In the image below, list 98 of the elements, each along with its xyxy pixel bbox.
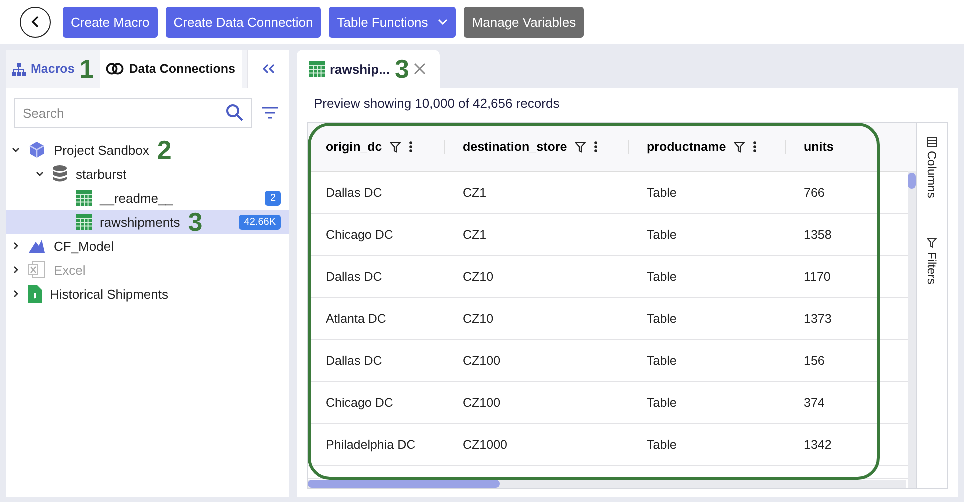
table-cell: Philadelphia DC bbox=[326, 438, 416, 452]
item-label: Excel bbox=[54, 262, 86, 278]
header-label: productname bbox=[647, 140, 726, 154]
table-cell: Table bbox=[647, 228, 677, 242]
header-label: units bbox=[804, 140, 834, 154]
table-cell: CZ1000 bbox=[463, 438, 508, 452]
callout-number: 3 bbox=[188, 211, 203, 233]
callout-number: 1 bbox=[80, 58, 94, 80]
caret-icon bbox=[12, 242, 20, 250]
callout-number: 3 bbox=[394, 58, 410, 80]
filter-icon bbox=[927, 238, 937, 248]
tab-label: Macros bbox=[31, 62, 75, 76]
side-bar-tab[interactable]: Filters bbox=[925, 238, 939, 286]
column-header[interactable]: units bbox=[804, 123, 904, 171]
filter-icon[interactable] bbox=[390, 142, 402, 152]
side-bar-tab[interactable]: Columns bbox=[925, 137, 939, 198]
search-icon bbox=[226, 104, 244, 122]
table-cell: 1342 bbox=[804, 438, 832, 452]
tree-item[interactable]: CF_Model bbox=[6, 234, 289, 258]
model-icon bbox=[28, 238, 46, 254]
tree-item[interactable]: Project Sandbox 2 bbox=[6, 138, 289, 162]
table-cell: Dallas DC bbox=[326, 354, 382, 368]
caret-icon bbox=[12, 290, 20, 298]
table-cell: 156 bbox=[804, 354, 825, 368]
cube-icon bbox=[28, 141, 46, 159]
database-icon bbox=[52, 165, 68, 183]
item-label: Historical Shipments bbox=[50, 286, 168, 302]
caret-icon bbox=[12, 146, 20, 154]
table-cell: 1170 bbox=[804, 270, 831, 284]
header-label: origin_dc bbox=[326, 140, 382, 154]
column-header[interactable]: productname bbox=[647, 123, 804, 171]
filter-icon[interactable] bbox=[575, 142, 586, 152]
back-button[interactable] bbox=[20, 6, 51, 38]
table-cell: CZ10 bbox=[463, 270, 494, 284]
column-header[interactable]: origin_dc bbox=[326, 123, 463, 171]
item-label: starburst bbox=[76, 166, 127, 182]
table-cell: Table bbox=[647, 270, 677, 284]
table-cell: 766 bbox=[804, 186, 825, 200]
more-icon[interactable] bbox=[753, 141, 758, 153]
table-cell: 374 bbox=[804, 396, 825, 410]
document-icon bbox=[28, 285, 42, 303]
collapse-button[interactable] bbox=[247, 50, 289, 88]
item-label: __readme__ bbox=[100, 190, 173, 206]
more-icon[interactable] bbox=[409, 141, 414, 153]
preview-text: Preview showing 10,000 of 42,656 records bbox=[313, 96, 561, 113]
table-cell: CZ10 bbox=[463, 312, 494, 326]
item-label: rawshipments bbox=[100, 214, 180, 230]
table-icon bbox=[76, 190, 92, 206]
column-header[interactable]: destination_store bbox=[463, 123, 647, 171]
tab-label: Data Connections bbox=[129, 62, 236, 76]
table-cell: CZ100 bbox=[463, 396, 501, 410]
table-cell: Chicago DC bbox=[326, 228, 394, 242]
table-cell: Table bbox=[647, 186, 677, 200]
hierarchy-icon bbox=[12, 62, 26, 76]
tree-item[interactable]: rawshipments 3 42.66K bbox=[6, 210, 289, 234]
toolbar-button[interactable]: Manage Variables bbox=[464, 6, 584, 38]
count-badge: 42.66K bbox=[239, 214, 281, 230]
table-cell: CZ100 bbox=[463, 354, 501, 368]
toolbar-button[interactable]: Create Data Connection bbox=[166, 6, 322, 38]
tree-item[interactable]: __readme__ 2 bbox=[6, 186, 289, 210]
table-cell: Chicago DC bbox=[326, 396, 394, 410]
tab-label: rawship... bbox=[330, 62, 390, 76]
chevron-icon bbox=[438, 19, 448, 25]
spreadsheet-icon bbox=[28, 261, 46, 279]
vertical-scrollbar[interactable] bbox=[908, 171, 916, 488]
callout-number: 2 bbox=[157, 139, 172, 161]
tree-item[interactable]: Historical Shipments bbox=[6, 282, 289, 306]
table-cell: Atlanta DC bbox=[326, 312, 386, 326]
table-cell: Dallas DC bbox=[326, 270, 382, 284]
search-field[interactable]: Search bbox=[14, 98, 252, 128]
item-label: CF_Model bbox=[54, 238, 114, 254]
header-label: destination_store bbox=[463, 140, 568, 154]
table-icon bbox=[309, 61, 325, 77]
double-chevron-icon bbox=[262, 64, 274, 74]
more-icon[interactable] bbox=[594, 141, 598, 153]
count-badge: 2 bbox=[265, 190, 281, 206]
table-cell: Table bbox=[647, 438, 677, 452]
table-cell: Table bbox=[647, 354, 677, 368]
caret-icon bbox=[12, 266, 20, 274]
toolbar-button[interactable]: Create Macro bbox=[63, 6, 158, 38]
table-cell: 1373 bbox=[804, 312, 832, 326]
link-rings-icon bbox=[106, 63, 124, 75]
filter-icon[interactable] bbox=[734, 142, 746, 152]
item-label: Project Sandbox bbox=[54, 142, 150, 158]
table-cell: CZ1 bbox=[463, 186, 487, 200]
sidebar-tab[interactable]: Data Connections bbox=[100, 50, 242, 88]
close-icon[interactable] bbox=[414, 63, 426, 75]
table-cell: Dallas DC bbox=[326, 186, 382, 200]
caret-icon bbox=[36, 170, 44, 178]
horizontal-scrollbar[interactable] bbox=[308, 480, 906, 488]
dropdown-button[interactable]: Table Functions bbox=[329, 6, 456, 38]
tree-item[interactable]: starburst bbox=[6, 162, 289, 186]
table-cell: Table bbox=[647, 396, 677, 410]
table-cell: CZ1 bbox=[463, 228, 487, 242]
table-icon bbox=[76, 214, 92, 230]
table-cell: Table bbox=[647, 312, 677, 326]
table-cell: 1358 bbox=[804, 228, 832, 242]
columns-icon bbox=[927, 137, 937, 147]
